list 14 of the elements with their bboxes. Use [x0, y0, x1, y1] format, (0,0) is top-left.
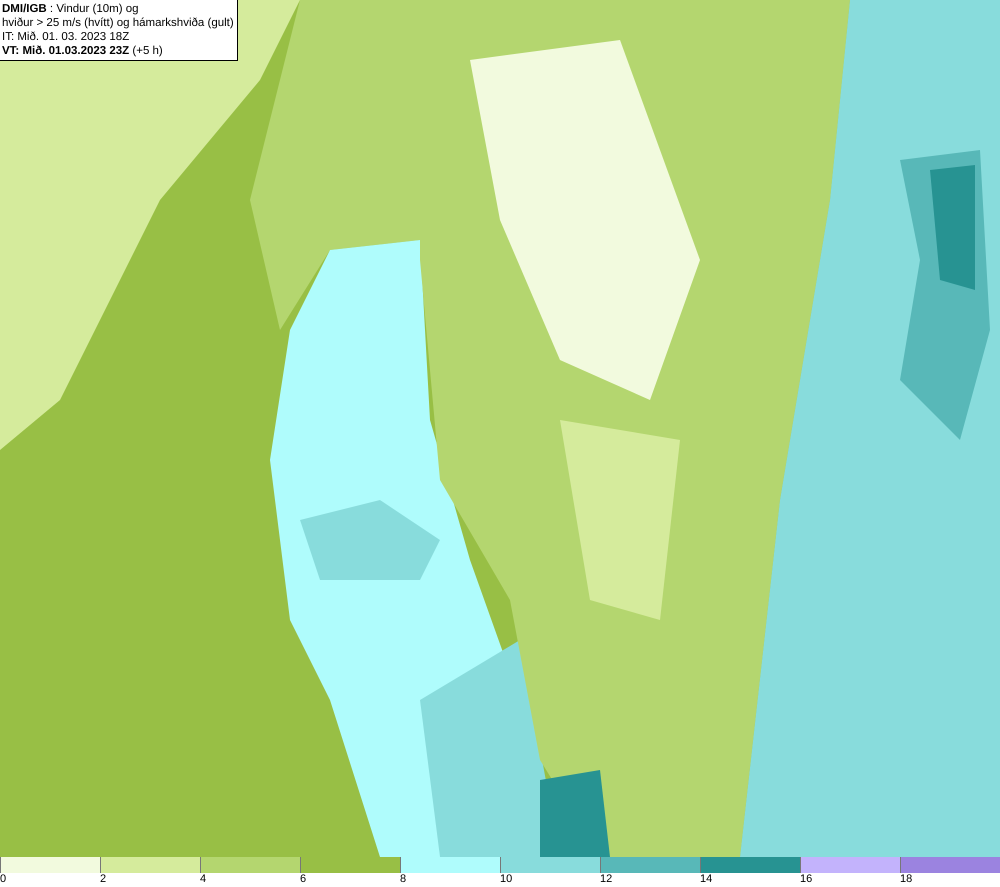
- legend-label: 10: [500, 873, 512, 885]
- legend-label: 8: [400, 873, 406, 885]
- legend-label: 6: [300, 873, 306, 885]
- legend-label: 2: [100, 873, 106, 885]
- legend-label: 4: [200, 873, 206, 885]
- legend-label: 16: [800, 873, 812, 885]
- legend-label: 12: [600, 873, 612, 885]
- legend-label: 14: [700, 873, 712, 885]
- legend-label: 0: [0, 873, 6, 885]
- info-text: VT: Mið. 01.03.2023 23Z (+5 h): [2, 44, 164, 58]
- info-text: IT: Mið. 01. 03. 2023 18Z: [2, 30, 130, 44]
- legend-label: 18: [900, 873, 912, 885]
- info-text: hviður > 25 m/s (hvítt) og hámarkshviða (gult): [2, 16, 234, 30]
- info-text: DMI/IGB : Vindur (10m) og: [2, 2, 140, 16]
